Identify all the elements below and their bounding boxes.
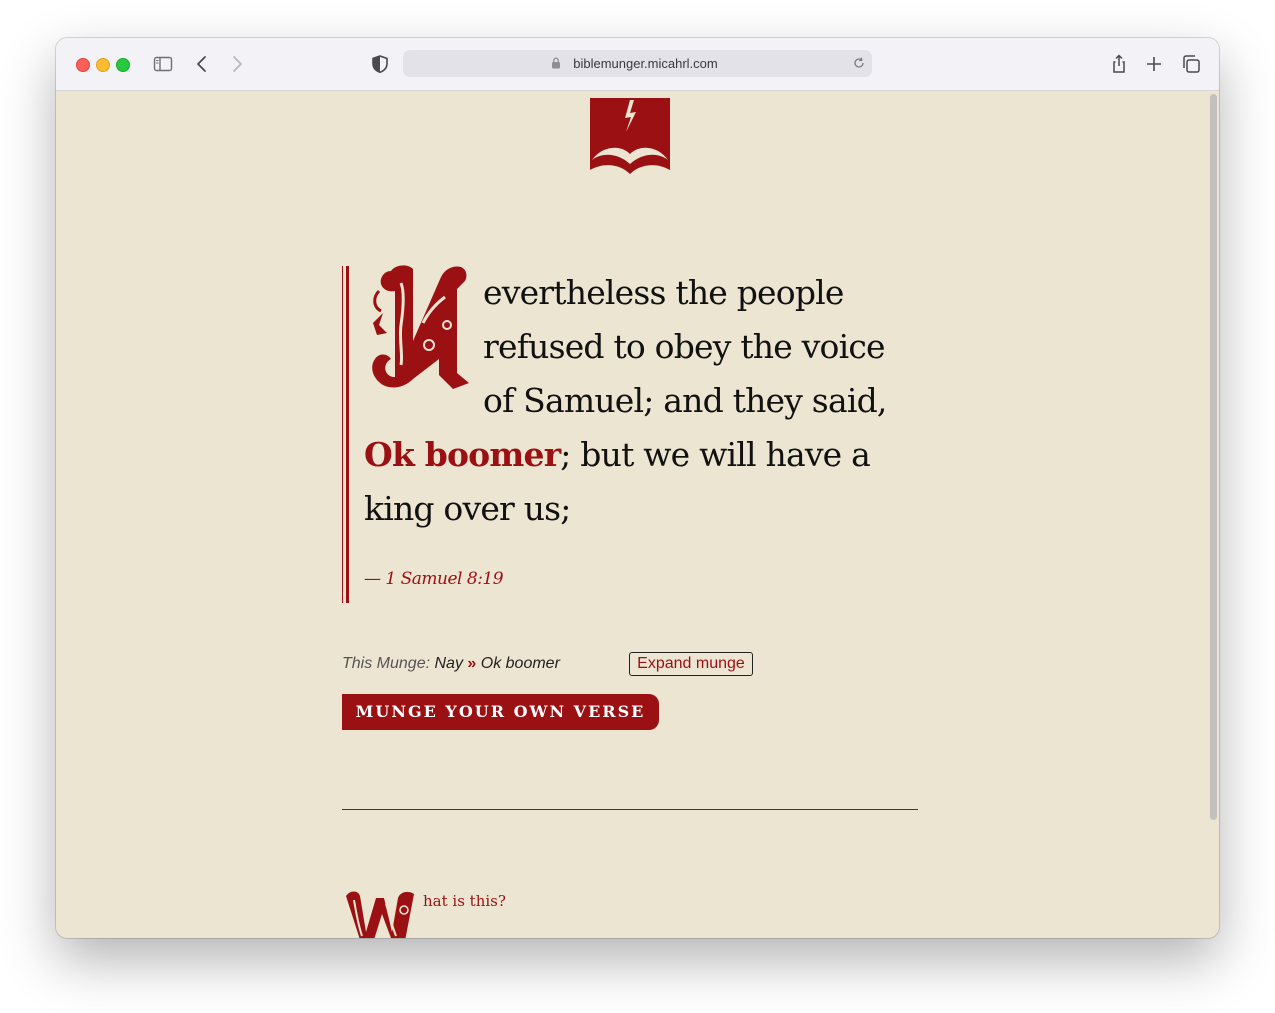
munge-separator: » — [467, 655, 477, 672]
browser-window: biblemunger.micahrl.com evertheless the … — [56, 38, 1219, 938]
verse-blockquote: evertheless the people refused to obey t… — [342, 265, 923, 603]
what-is-this-heading: hat is this? — [423, 892, 506, 910]
verse-citation: — 1 Samuel 8:19 — [364, 569, 504, 589]
illuminated-dropcap-w — [346, 891, 414, 938]
verse-text-before: evertheless the people refused to obey t… — [483, 273, 887, 420]
privacy-shield-icon[interactable] — [368, 52, 392, 76]
lock-icon — [552, 57, 560, 69]
browser-toolbar: biblemunger.micahrl.com — [56, 38, 1219, 91]
this-munge-label: This Munge: — [342, 655, 431, 672]
url-text: biblemunger.micahrl.com — [573, 56, 718, 71]
new-tab-icon[interactable] — [1142, 52, 1166, 76]
minimize-window-button[interactable] — [96, 58, 110, 72]
close-window-button[interactable] — [76, 58, 90, 72]
scrollbar[interactable] — [1210, 94, 1217, 820]
munge-replacement: Ok boomer — [480, 655, 560, 672]
sidebar-icon[interactable] — [151, 52, 175, 76]
bible-logo-icon[interactable] — [590, 98, 670, 178]
munge-original: Nay — [434, 655, 463, 672]
reload-icon[interactable] — [852, 56, 866, 70]
forward-icon[interactable] — [225, 52, 249, 76]
munge-your-own-verse-button[interactable]: MUNGE YOUR OWN VERSE — [342, 694, 659, 730]
tabs-overview-icon[interactable] — [1179, 52, 1203, 76]
share-icon[interactable] — [1107, 52, 1131, 76]
verse-text: evertheless the people refused to obey t… — [364, 266, 916, 536]
maximize-window-button[interactable] — [116, 58, 130, 72]
expand-munge-button[interactable]: Expand munge — [629, 652, 753, 676]
back-icon[interactable] — [190, 52, 214, 76]
munged-phrase: Ok boomer — [364, 435, 561, 474]
address-bar[interactable]: biblemunger.micahrl.com — [403, 50, 872, 77]
section-divider — [342, 809, 918, 810]
this-munge-line: This Munge: Nay » Ok boomer — [342, 655, 560, 673]
